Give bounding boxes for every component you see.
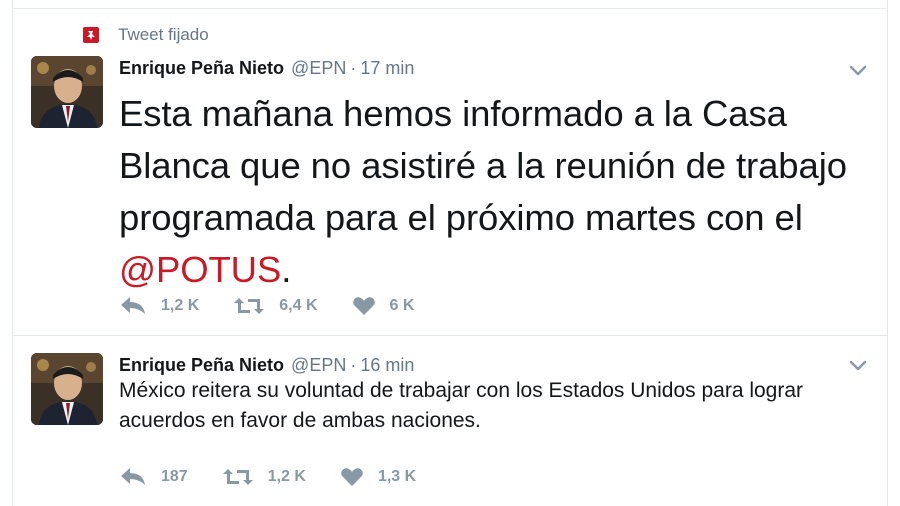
retweet-count: 6,4 K	[279, 297, 318, 314]
tweet[interactable]: Tweet fijado Enrique Peña Nieto @EPN · 1…	[13, 9, 887, 336]
like-count: 1,3 K	[377, 468, 417, 485]
author-name[interactable]: Enrique Peña Nieto	[119, 355, 284, 376]
avatar[interactable]	[31, 353, 103, 425]
reply-count: 187	[161, 468, 188, 485]
heart-icon	[341, 468, 363, 486]
reply-count: 1,2 K	[161, 297, 200, 314]
tweet-text: Esta mañana hemos informado a la Casa Bl…	[119, 88, 859, 296]
tweet-actions: 187 1,2 K 1,3 K	[119, 467, 450, 487]
tweet-text: México reitera su voluntad de trabajar c…	[119, 379, 804, 432]
reply-button[interactable]: 1,2 K	[119, 296, 199, 316]
tweet-text-body: Esta mañana hemos informado a la Casa Bl…	[119, 93, 847, 238]
mention-link[interactable]: @POTUS	[119, 249, 281, 290]
tweet-header: Enrique Peña Nieto @EPN · 17 min	[119, 58, 414, 79]
pin-icon	[83, 27, 99, 43]
retweet-count: 1,2 K	[267, 468, 306, 485]
pinned-label: Tweet fijado	[118, 25, 209, 44]
like-button[interactable]: 1,3 K	[340, 467, 416, 487]
tweet-header: Enrique Peña Nieto @EPN · 16 min	[119, 355, 414, 376]
like-button[interactable]: 6 K	[352, 296, 415, 316]
tweet-text-end: .	[281, 249, 292, 290]
like-count: 6 K	[389, 297, 415, 314]
pinned-indicator: Tweet fijado	[83, 25, 209, 45]
separator: ·	[350, 355, 357, 375]
separator: ·	[350, 58, 357, 78]
tweet[interactable]: Enrique Peña Nieto @EPN · 16 min México …	[13, 336, 887, 506]
retweet-icon	[222, 469, 253, 485]
retweet-button[interactable]: 1,2 K	[222, 467, 306, 487]
reply-icon	[121, 468, 145, 485]
chevron-down-icon[interactable]	[849, 360, 867, 372]
timestamp[interactable]: 16 min	[360, 355, 414, 376]
avatar[interactable]	[31, 56, 103, 128]
timestamp[interactable]: 17 min	[360, 58, 414, 79]
reply-button[interactable]: 187	[119, 467, 188, 487]
author-name[interactable]: Enrique Peña Nieto	[119, 58, 284, 79]
tweet-actions: 1,2 K 6,4 K 6 K	[119, 296, 448, 316]
reply-icon	[121, 297, 145, 314]
author-handle[interactable]: @EPN	[291, 58, 346, 79]
heart-icon	[352, 297, 375, 315]
retweet-icon	[234, 298, 265, 314]
chevron-down-icon[interactable]	[849, 65, 867, 77]
timeline: Tweet fijado Enrique Peña Nieto @EPN · 1…	[12, 0, 888, 506]
author-handle[interactable]: @EPN	[291, 355, 346, 376]
retweet-button[interactable]: 6,4 K	[233, 296, 318, 316]
